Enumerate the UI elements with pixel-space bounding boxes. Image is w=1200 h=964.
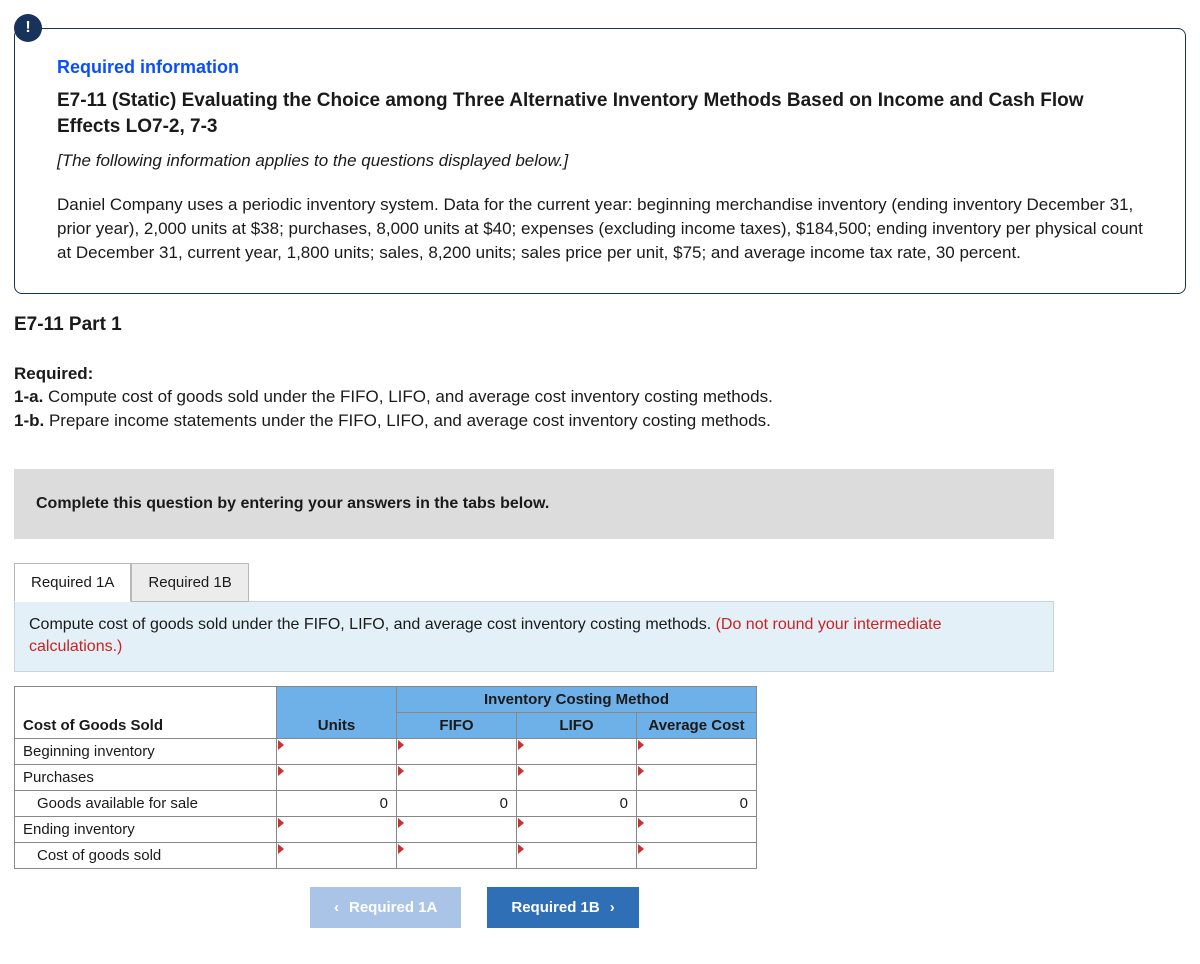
input-ei-fifo[interactable]: [397, 816, 517, 842]
prev-button: ‹ Required 1A: [310, 887, 461, 928]
input-cogs-fifo[interactable]: [397, 842, 517, 868]
dropdown-caret-icon: [398, 818, 404, 828]
chevron-right-icon: ›: [610, 899, 615, 916]
input-pur-fifo[interactable]: [397, 764, 517, 790]
label-beginning-inventory: Beginning inventory: [15, 738, 277, 764]
row-goods-available: Goods available for sale 0 0 0 0: [15, 790, 757, 816]
scenario-paragraph: Daniel Company uses a periodic inventory…: [57, 193, 1143, 264]
input-ei-units[interactable]: [277, 816, 397, 842]
next-button[interactable]: Required 1B ›: [487, 887, 638, 928]
input-bi-avg[interactable]: [637, 738, 757, 764]
calc-gafs-avg: 0: [637, 790, 757, 816]
dropdown-caret-icon: [638, 740, 644, 750]
instruction-bar: Complete this question by entering your …: [14, 469, 1054, 539]
tab-prompt: Compute cost of goods sold under the FIF…: [14, 601, 1054, 672]
req-1b-text: Prepare income statements under the FIFO…: [44, 411, 771, 430]
nav-buttons: ‹ Required 1A Required 1B ›: [310, 887, 1200, 928]
dropdown-caret-icon: [518, 818, 524, 828]
part-title: E7-11 Part 1: [14, 314, 1186, 336]
chevron-left-icon: ‹: [334, 899, 339, 916]
required-information-heading: Required information: [57, 57, 1143, 78]
input-pur-avg[interactable]: [637, 764, 757, 790]
input-bi-units[interactable]: [277, 738, 397, 764]
prompt-text: Compute cost of goods sold under the FIF…: [29, 616, 716, 633]
applies-note: [The following information applies to th…: [57, 151, 1143, 171]
input-pur-lifo[interactable]: [517, 764, 637, 790]
col-header-lifo: LIFO: [517, 712, 637, 738]
req-1b-label: 1-b.: [14, 411, 44, 430]
exercise-title: E7-11 (Static) Evaluating the Choice amo…: [57, 88, 1143, 139]
input-cogs-units[interactable]: [277, 842, 397, 868]
input-ei-avg[interactable]: [637, 816, 757, 842]
input-cogs-avg[interactable]: [637, 842, 757, 868]
label-gafs: Goods available for sale: [15, 790, 277, 816]
dropdown-caret-icon: [278, 766, 284, 776]
dropdown-caret-icon: [398, 844, 404, 854]
required-label: Required:: [14, 364, 93, 383]
row-ending-inventory: Ending inventory: [15, 816, 757, 842]
input-bi-fifo[interactable]: [397, 738, 517, 764]
col-header-avg: Average Cost: [637, 712, 757, 738]
input-ei-lifo[interactable]: [517, 816, 637, 842]
prev-button-label: Required 1A: [349, 899, 437, 916]
col-header-fifo: FIFO: [397, 712, 517, 738]
dropdown-caret-icon: [398, 766, 404, 776]
label-cogs: Cost of goods sold: [15, 842, 277, 868]
dropdown-caret-icon: [518, 766, 524, 776]
exclamation-icon: !: [14, 14, 42, 42]
calc-gafs-fifo: 0: [397, 790, 517, 816]
info-box: Required information E7-11 (Static) Eval…: [14, 28, 1186, 294]
dropdown-caret-icon: [518, 740, 524, 750]
col-header-cogs: Cost of Goods Sold: [15, 686, 277, 738]
dropdown-caret-icon: [638, 818, 644, 828]
calc-gafs-units: 0: [277, 790, 397, 816]
row-beginning-inventory: Beginning inventory: [15, 738, 757, 764]
dropdown-caret-icon: [638, 766, 644, 776]
dropdown-caret-icon: [638, 844, 644, 854]
label-purchases: Purchases: [15, 764, 277, 790]
dropdown-caret-icon: [398, 740, 404, 750]
req-1a-label: 1-a.: [14, 387, 43, 406]
dropdown-caret-icon: [278, 818, 284, 828]
input-pur-units[interactable]: [277, 764, 397, 790]
cogs-table: Cost of Goods Sold Units Inventory Costi…: [14, 686, 757, 869]
req-1a-text: Compute cost of goods sold under the FIF…: [43, 387, 773, 406]
tabs: Required 1A Required 1B: [14, 563, 1200, 602]
calc-gafs-lifo: 0: [517, 790, 637, 816]
dropdown-caret-icon: [278, 740, 284, 750]
dropdown-caret-icon: [518, 844, 524, 854]
row-purchases: Purchases: [15, 764, 757, 790]
input-cogs-lifo[interactable]: [517, 842, 637, 868]
dropdown-caret-icon: [278, 844, 284, 854]
col-header-units: Units: [277, 686, 397, 738]
required-block: Required: 1-a. Compute cost of goods sol…: [14, 362, 1186, 433]
input-bi-lifo[interactable]: [517, 738, 637, 764]
row-cogs: Cost of goods sold: [15, 842, 757, 868]
label-ending-inventory: Ending inventory: [15, 816, 277, 842]
next-button-label: Required 1B: [511, 899, 599, 916]
tab-required-1a[interactable]: Required 1A: [14, 563, 131, 602]
col-header-method-span: Inventory Costing Method: [397, 686, 757, 712]
tab-required-1b[interactable]: Required 1B: [131, 563, 248, 602]
